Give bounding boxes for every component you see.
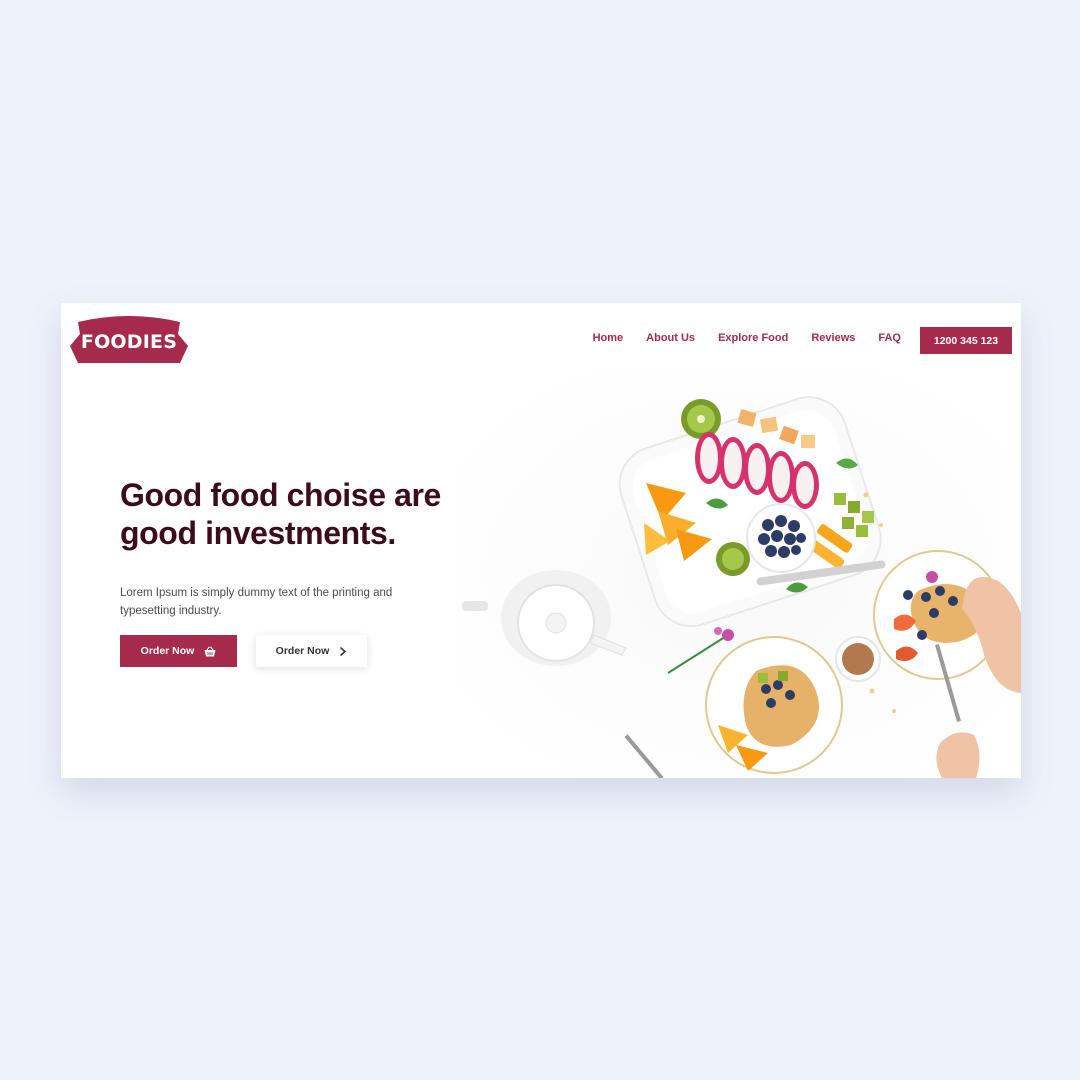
nav-reviews[interactable]: Reviews — [811, 332, 855, 344]
hero-description-line-1: Lorem Ipsum is simply dummy text of the … — [120, 587, 393, 599]
hero-title-line-2: good investments. — [120, 515, 396, 551]
main-nav: Home About Us Explore Food Reviews FAQ — [593, 332, 901, 344]
basket-icon — [204, 645, 216, 656]
chevron-right-icon — [340, 646, 347, 656]
order-now-secondary-label: Order Now — [275, 645, 330, 657]
hero-title-line-1: Good food choise are — [120, 477, 441, 513]
brand-logo[interactable]: FOODIES — [70, 316, 188, 364]
nav-about-us[interactable]: About Us — [646, 332, 695, 344]
order-now-button[interactable]: Order Now — [120, 635, 237, 667]
food-spread-image — [456, 373, 1021, 778]
nav-explore-food[interactable]: Explore Food — [718, 332, 788, 344]
order-now-label: Order Now — [140, 645, 195, 657]
logo-text: FOODIES — [80, 330, 178, 353]
phone-button[interactable]: 1200 345 123 — [920, 327, 1012, 354]
nav-faq[interactable]: FAQ — [878, 332, 901, 344]
hero-description-line-2: typesetting industry. — [120, 605, 222, 617]
nav-home[interactable]: Home — [593, 332, 624, 344]
pancake-plate-left — [705, 636, 843, 774]
hero-card: FOODIES Home About Us Explore Food Revie… — [61, 303, 1021, 778]
hero-description: Lorem Ipsum is simply dummy text of the … — [120, 584, 450, 620]
order-now-secondary-button[interactable]: Order Now — [256, 635, 367, 667]
